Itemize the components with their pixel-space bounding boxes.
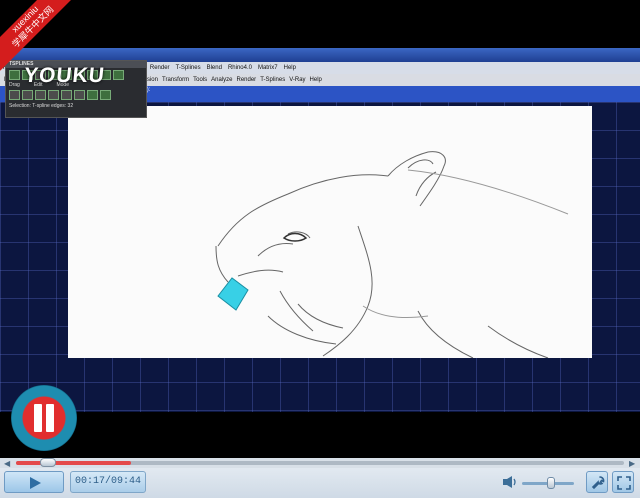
center-pause-button[interactable]	[11, 385, 77, 451]
app-menu-transform[interactable]: Transform	[162, 74, 193, 86]
app-menu-help[interactable]: Help	[310, 74, 326, 86]
palette-tool-button[interactable]	[74, 90, 85, 100]
cat-eye	[282, 232, 308, 242]
video-area[interactable]: FileEditDimensionTransformToolsAnalyzeRe…	[0, 0, 640, 458]
play-icon	[30, 477, 41, 489]
progress-bar[interactable]: ◀ ▶	[0, 458, 640, 468]
progress-fill	[16, 461, 131, 465]
volume-knob[interactable]	[546, 477, 555, 489]
palette-tool-button[interactable]	[35, 90, 46, 100]
palette-tool-button[interactable]	[113, 70, 124, 80]
settings-button[interactable]	[586, 471, 608, 493]
win-menu-matrix7[interactable]: Matrix7	[255, 62, 281, 74]
seek-forward-arrow-icon[interactable]: ▶	[629, 459, 635, 468]
fullscreen-button[interactable]	[612, 471, 634, 493]
palette-tool-button[interactable]	[87, 90, 98, 100]
player-control-bar: ◀ ▶ 00:17/09:44	[0, 458, 640, 498]
app-menu-tools[interactable]: Tools	[193, 74, 211, 86]
fullscreen-icon	[617, 476, 631, 490]
app-menu-t-splines[interactable]: T-Splines	[260, 74, 289, 86]
palette-tool-button[interactable]	[61, 90, 72, 100]
play-button[interactable]	[4, 471, 64, 493]
win-menu-render[interactable]: Render	[147, 62, 173, 74]
palette-tool-button[interactable]	[9, 70, 20, 80]
progress-knob[interactable]	[39, 458, 56, 467]
palette-drag-label: Drag	[9, 82, 20, 88]
palette-tool-button[interactable]	[48, 90, 59, 100]
win-menu-blend[interactable]: Blend	[204, 62, 225, 74]
wrench-icon	[591, 476, 605, 490]
seek-back-arrow-icon[interactable]: ◀	[4, 459, 10, 468]
cyan-nose-face	[217, 277, 249, 311]
palette-tool-button[interactable]	[9, 90, 20, 100]
palette-selection-text: Selection: T-spline edges: 32	[9, 103, 74, 109]
app-menu-analyze[interactable]: Analyze	[211, 74, 236, 86]
time-display: 00:17/09:44	[70, 471, 146, 493]
palette-tool-button[interactable]	[100, 90, 111, 100]
speaker-icon[interactable]	[502, 475, 518, 489]
sketch-paper	[68, 106, 592, 358]
win-menu-rhino4-0[interactable]: Rhino4.0	[225, 62, 255, 74]
win-menu-t-splines[interactable]: T-Splines	[173, 62, 204, 74]
palette-tool-button[interactable]	[22, 90, 33, 100]
app-menu-v-ray[interactable]: V-Ray	[289, 74, 309, 86]
cat-sketch	[215, 151, 569, 358]
app-menu-render[interactable]: Render	[237, 74, 261, 86]
palette-row-2	[6, 88, 146, 102]
win-menu-help[interactable]: Help	[281, 62, 299, 74]
youku-logo: YOUKU	[22, 64, 107, 87]
